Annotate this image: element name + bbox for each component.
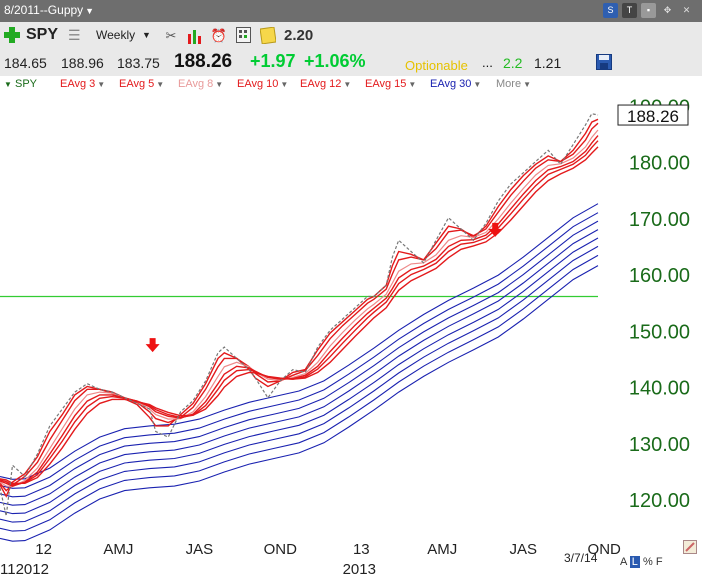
long-average-line: [0, 229, 599, 506]
y-tick-label: 130.00: [629, 434, 690, 456]
short-average-line: [0, 129, 599, 488]
y-tick-label: 150.00: [629, 321, 690, 343]
short-average-line: [0, 146, 599, 484]
legend-item[interactable]: More ▼: [496, 78, 531, 90]
chevron-down-icon: ▼: [408, 80, 417, 89]
long-average-line: [0, 212, 599, 489]
x-tick-label: 13: [353, 541, 370, 558]
y-tick-label: 180.00: [629, 153, 690, 175]
period-select[interactable]: Weekly: [96, 28, 135, 42]
symbol-label[interactable]: SPY: [26, 26, 58, 44]
chevron-down-icon: ▼: [473, 80, 482, 89]
chevron-down-icon: ▼: [215, 80, 224, 89]
scissors-icon[interactable]: ✂: [162, 27, 180, 45]
legend-label: EAvg 5: [119, 78, 155, 90]
quote-change: +1.97: [250, 51, 296, 71]
layout-name: 8/2011--Guppy: [4, 3, 84, 17]
legend-label: More: [496, 78, 522, 90]
legend-label: EAvg 15: [365, 78, 407, 90]
quote-val1: 2.2: [503, 55, 523, 71]
window-titlebar: 8/2011--Guppy ▼ S T ▪ ✥ ✕: [0, 0, 702, 22]
chart-layout-selector[interactable]: 8/2011--Guppy ▼: [4, 3, 94, 17]
chevron-down-icon: ▼: [156, 80, 165, 89]
chart-toolbar: SPY ☰ Weekly ▼ ✂ ⏰ 2.20: [0, 22, 702, 50]
price-line: [0, 113, 599, 517]
x-tick-label: JAS: [186, 541, 214, 558]
legend-item[interactable]: EAvg 5 ▼: [119, 78, 164, 90]
x-tick-label: JAS: [509, 541, 537, 558]
legend-label: EAvg 3: [60, 78, 96, 90]
list-icon[interactable]: ☰: [68, 28, 82, 42]
legend-item[interactable]: EAvg 10 ▼: [237, 78, 288, 90]
save-window-icon[interactable]: ▪: [641, 3, 656, 18]
chevron-down-icon: ▼: [523, 80, 531, 89]
chevron-down-icon: ▼: [97, 80, 106, 89]
down-arrow-marker: [145, 338, 160, 353]
x-tick-label: OND: [264, 541, 298, 558]
mode-pct[interactable]: %: [643, 556, 653, 568]
long-average-line: [0, 265, 599, 542]
alarm-clock-icon[interactable]: ⏰: [210, 27, 228, 45]
note-icon[interactable]: [260, 27, 276, 44]
short-average-line: [0, 122, 599, 492]
optionable-link[interactable]: Optionable: [405, 58, 468, 73]
y-tick-label: 120.00: [629, 490, 690, 512]
legend-label: SPY: [14, 78, 37, 90]
chart-mode-switches: A L % F: [620, 556, 663, 568]
quote-val2: 1.21: [534, 55, 562, 71]
x-year-label: 2013: [343, 561, 376, 578]
mode-f[interactable]: F: [656, 556, 663, 568]
long-average-line: [0, 203, 599, 480]
y-tick-label: 140.00: [629, 378, 690, 400]
quote-bar: 184.65 188.96 183.75 188.26 +1.97 +1.06%…: [0, 50, 702, 77]
legend-label: EAvg 12: [300, 78, 342, 90]
t-icon[interactable]: T: [622, 3, 637, 18]
quote-low: 183.75: [117, 55, 160, 71]
last-price-label: 188.26: [627, 107, 679, 126]
x-tick-label: AMJ: [427, 541, 457, 558]
y-tick-label: 170.00: [629, 209, 690, 231]
quote-last: 188.26: [174, 51, 233, 72]
quote-open: 184.65: [4, 55, 47, 71]
chevron-down-icon: ▼: [280, 80, 289, 89]
quote-high: 188.96: [61, 55, 104, 71]
short-average-line: [0, 118, 599, 498]
more-dots[interactable]: ...: [482, 55, 493, 70]
y-tick-label: 160.00: [629, 265, 690, 287]
legend-spy-caret: ▼: [4, 80, 12, 89]
mode-a[interactable]: A: [620, 556, 627, 568]
mode-l[interactable]: L: [629, 556, 640, 568]
calculator-icon[interactable]: [236, 27, 252, 44]
toolbar-value: 2.20: [284, 27, 314, 44]
pencil-icon[interactable]: [683, 540, 697, 554]
study-legend: ▼ SPY EAvg 3 ▼ EAvg 5 ▼ EAvg 8 ▼ EAvg 10 ▼ E…: [0, 76, 702, 94]
move-icon[interactable]: ✥: [660, 3, 675, 18]
x-tick-label: AMJ: [103, 541, 133, 558]
quote-change-pct: +1.06%: [304, 51, 366, 71]
legend-item[interactable]: EAvg 15 ▼: [365, 78, 416, 90]
x-tick-label: 12: [35, 541, 52, 558]
save-icon[interactable]: [596, 54, 612, 70]
legend-item[interactable]: EAvg 8 ▼: [178, 78, 223, 90]
legend-label: EAvg 10: [237, 78, 279, 90]
price-chart[interactable]: 120.00 130.00 140.00 150.00 160.00 170.00 180.…: [0, 94, 702, 580]
bar-chart-icon[interactable]: [187, 28, 203, 44]
x-year-label: 112012: [0, 561, 49, 578]
window-controls: S T ▪ ✥ ✕: [603, 3, 694, 18]
chevron-down-icon: ▼: [343, 80, 352, 89]
legend-item[interactable]: EAvg 3 ▼: [60, 78, 105, 90]
close-icon[interactable]: ✕: [679, 3, 694, 18]
legend-item[interactable]: EAvg 30 ▼: [430, 78, 481, 90]
last-date-label: 3/7/14: [564, 551, 598, 565]
legend-label: EAvg 8: [178, 78, 214, 90]
chevron-down-icon[interactable]: ▼: [142, 30, 151, 40]
plus-icon[interactable]: [4, 27, 20, 43]
legend-label: EAvg 30: [430, 78, 472, 90]
chevron-down-icon: ▼: [85, 6, 95, 16]
long-average-line: [0, 220, 599, 498]
legend-item[interactable]: ▼ SPY: [4, 78, 37, 90]
s-icon[interactable]: S: [603, 3, 618, 18]
legend-item[interactable]: EAvg 12 ▼: [300, 78, 351, 90]
